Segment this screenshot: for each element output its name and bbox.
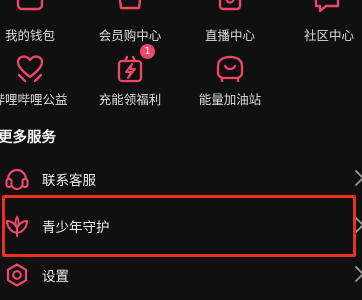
wallet-icon[interactable] [13,0,47,20]
shop-icon[interactable] [113,0,147,20]
grid-label-recharge[interactable]: 充能领福利 [99,89,162,108]
heart-hands-icon[interactable] [13,52,47,86]
headset-icon [4,166,30,192]
notification-badge: 1 [140,44,155,59]
service-row-settings[interactable]: 设置 [0,250,362,300]
live-icon[interactable] [213,0,247,20]
grid-label-shop[interactable]: 会员购中心 [99,25,162,44]
energy-car-icon[interactable] [213,52,247,86]
service-label-settings: 设置 [42,269,69,285]
grid-label-live[interactable]: 直播中心 [205,25,255,44]
grid-label-charity[interactable]: 哔哩哔哩公益 [0,89,68,108]
service-label-customer-service: 联系客服 [42,173,96,189]
highlight-box [2,195,356,257]
community-icon[interactable] [310,0,344,20]
grid-label-energy-station[interactable]: 能量加油站 [199,89,262,108]
chevron-right-icon [354,168,362,188]
gear-icon [4,262,30,288]
chevron-right-icon [354,264,362,284]
section-title-more-services: 更多服务 [0,130,56,146]
grid-label-wallet[interactable]: 我的钱包 [5,25,55,44]
grid-label-community[interactable]: 社区中心 [304,25,354,44]
